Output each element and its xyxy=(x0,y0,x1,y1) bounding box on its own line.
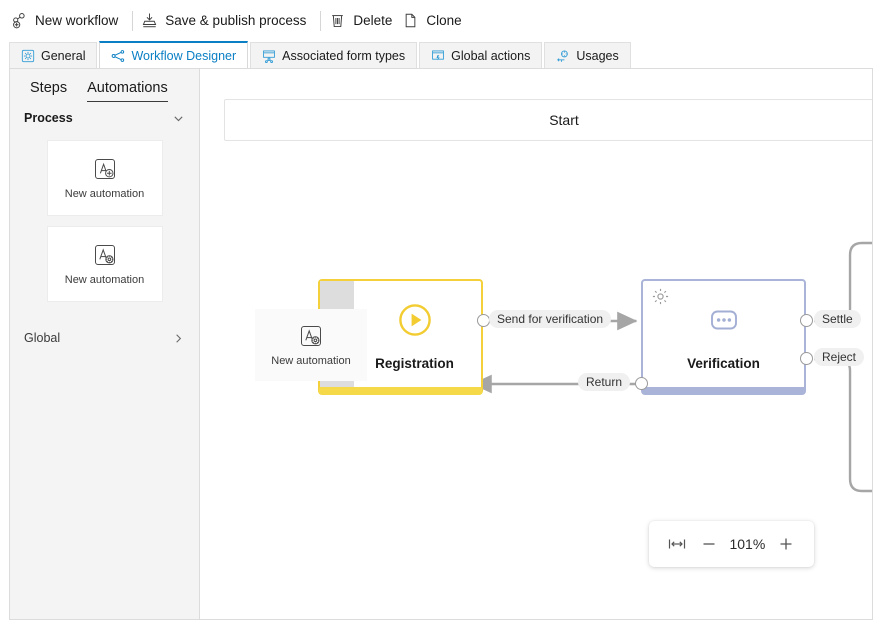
start-node-label: Start xyxy=(549,112,579,128)
zoom-in-button[interactable] xyxy=(773,531,799,557)
tab-bar: General Workflow Designer Associated for… xyxy=(9,41,881,68)
dragged-automation-card[interactable]: New automation xyxy=(255,309,367,381)
node-verification[interactable]: Verification xyxy=(641,279,806,395)
tab-usages-label: Usages xyxy=(576,48,619,63)
tab-global-actions-label: Global actions xyxy=(451,48,531,63)
delete-button[interactable]: Delete xyxy=(327,8,400,34)
automation-gear-icon xyxy=(301,326,321,346)
automation-gear-icon xyxy=(94,245,115,265)
tab-global-actions[interactable]: Global actions xyxy=(419,42,543,68)
tab-associated-form-types-label: Associated form types xyxy=(282,48,406,63)
save-publish-label: Save & publish process xyxy=(165,13,307,28)
clone-icon xyxy=(406,13,416,28)
fit-width-button[interactable] xyxy=(664,531,690,557)
automation-card-label: New automation xyxy=(64,188,145,200)
global-actions-icon xyxy=(432,49,444,60)
save-publish-button[interactable]: Save & publish process xyxy=(139,8,314,34)
left-sidebar: Steps Automations Process New automation… xyxy=(10,69,200,619)
tab-general[interactable]: General xyxy=(9,42,98,68)
tab-workflow-designer[interactable]: Workflow Designer xyxy=(99,41,249,68)
zoom-out-button[interactable] xyxy=(696,531,722,557)
toolbar-divider-2 xyxy=(320,10,322,31)
port-verification-settle[interactable] xyxy=(800,314,813,327)
new-workflow-button[interactable]: New workflow xyxy=(9,8,126,34)
minus-icon xyxy=(703,543,715,545)
port-verification-return[interactable] xyxy=(635,377,648,390)
form-types-icon xyxy=(263,49,276,63)
sidebar-tab-bar: Steps Automations xyxy=(10,69,199,102)
trash-icon xyxy=(332,15,344,28)
chevron-down-icon xyxy=(174,115,183,121)
delete-label: Delete xyxy=(353,13,393,28)
tab-workflow-designer-label: Workflow Designer xyxy=(131,48,237,63)
play-circle-icon[interactable] xyxy=(398,303,432,337)
automation-add-icon xyxy=(94,159,115,179)
automation-card-label: New automation xyxy=(64,274,145,286)
top-toolbar: New workflow Save & publish process Dele… xyxy=(0,0,881,41)
automation-card-new-add[interactable]: New automation xyxy=(47,141,162,215)
toolbar-divider xyxy=(132,10,134,31)
workflow-branch-icon xyxy=(112,49,125,62)
save-publish-icon xyxy=(143,13,157,28)
port-registration-out[interactable] xyxy=(477,314,490,327)
plus-icon xyxy=(780,538,792,550)
workflow-canvas[interactable]: Start Registration Verification Send for… xyxy=(200,69,872,619)
edge-label-reject[interactable]: Reject xyxy=(814,348,865,366)
global-section-title: Global xyxy=(24,331,61,345)
node-verification-title: Verification xyxy=(687,356,760,371)
gear-icon[interactable] xyxy=(651,287,670,306)
process-section-title: Process xyxy=(24,111,73,125)
zoom-control: 101% xyxy=(649,521,814,567)
sidebar-tab-steps-label: Steps xyxy=(30,80,68,96)
clone-button[interactable]: Clone xyxy=(400,8,469,34)
tab-associated-form-types[interactable]: Associated form types xyxy=(250,42,418,68)
sidebar-tab-automations[interactable]: Automations xyxy=(87,80,168,102)
sidebar-tab-automations-label: Automations xyxy=(87,80,168,96)
global-section-header[interactable]: Global xyxy=(10,313,199,345)
tab-usages[interactable]: Usages xyxy=(544,42,631,68)
usages-icon xyxy=(557,49,569,62)
automation-card-new-gear[interactable]: New automation xyxy=(47,227,162,301)
sidebar-tab-steps[interactable]: Steps xyxy=(30,80,67,102)
dragged-automation-card-label: New automation xyxy=(271,355,351,367)
workflow-designer-app: New workflow Save & publish process Dele… xyxy=(0,0,881,628)
zoom-level-value: 101% xyxy=(729,536,766,552)
gear-square-icon xyxy=(21,49,35,62)
new-workflow-icon xyxy=(13,13,25,29)
edge-label-settle[interactable]: Settle xyxy=(814,310,861,328)
automation-card-list: New automation New automation xyxy=(10,125,199,301)
edge-label-send-for-verification[interactable]: Send for verification xyxy=(489,310,612,328)
chevron-right-icon xyxy=(176,333,182,343)
start-node[interactable]: Start xyxy=(224,99,872,141)
process-section-header[interactable]: Process xyxy=(10,102,199,125)
ellipsis-rounded-icon[interactable] xyxy=(707,303,741,337)
tab-general-label: General xyxy=(41,48,86,63)
edge-label-return[interactable]: Return xyxy=(578,373,631,391)
port-verification-reject[interactable] xyxy=(800,352,813,365)
designer-body: Steps Automations Process New automation… xyxy=(9,68,873,620)
new-workflow-label: New workflow xyxy=(35,13,119,28)
clone-label: Clone xyxy=(426,13,462,28)
fit-width-icon xyxy=(668,539,685,549)
